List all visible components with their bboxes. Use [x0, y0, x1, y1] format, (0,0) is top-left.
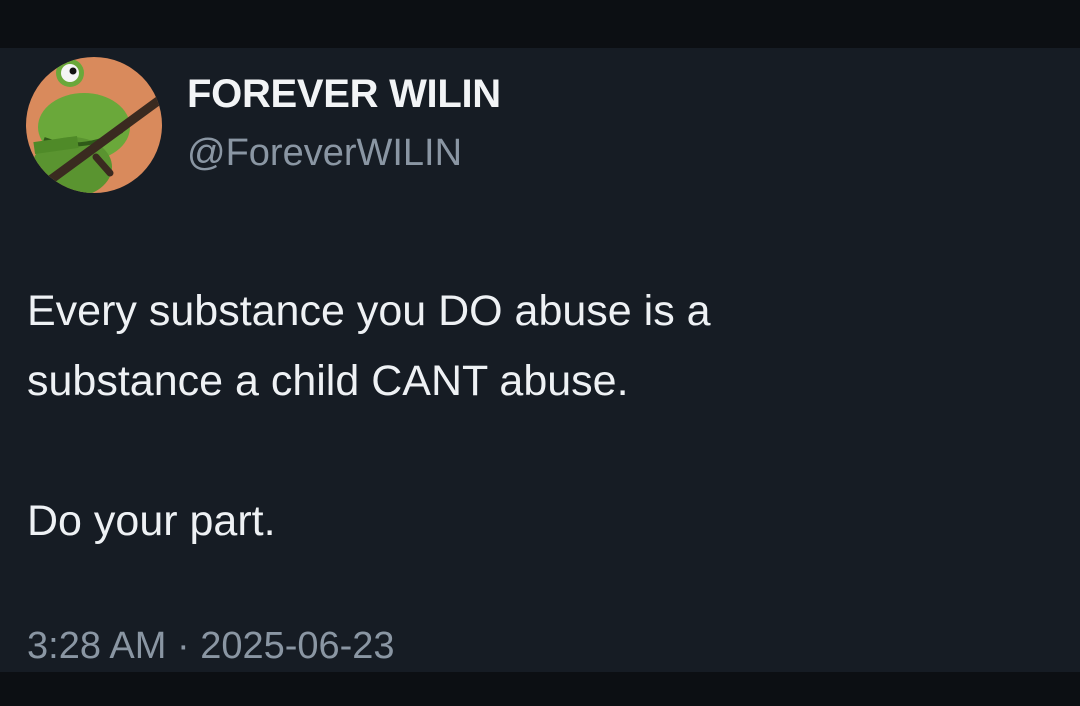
tweet-timestamp[interactable]: 3:28 AM · 2025-06-23	[27, 625, 395, 668]
tweet-text-line: substance a child CANT abuse.	[27, 357, 629, 405]
tweet-text-line: Do your part.	[27, 497, 276, 545]
tweet-text: Every substance you DO abuse is a substa…	[27, 276, 1047, 556]
top-letterbox-bar	[0, 0, 1080, 48]
tweet-text-line: Every substance you DO abuse is a	[27, 287, 711, 335]
display-name[interactable]: FOREVER WILIN	[187, 72, 501, 117]
bottom-letterbox-bar	[0, 672, 1080, 706]
tweet-card: FOREVER WILIN @ForeverWILIN Every substa…	[0, 48, 1080, 672]
user-handle[interactable]: @ForeverWILIN	[187, 132, 462, 175]
frog-avatar-icon[interactable]	[26, 57, 162, 193]
